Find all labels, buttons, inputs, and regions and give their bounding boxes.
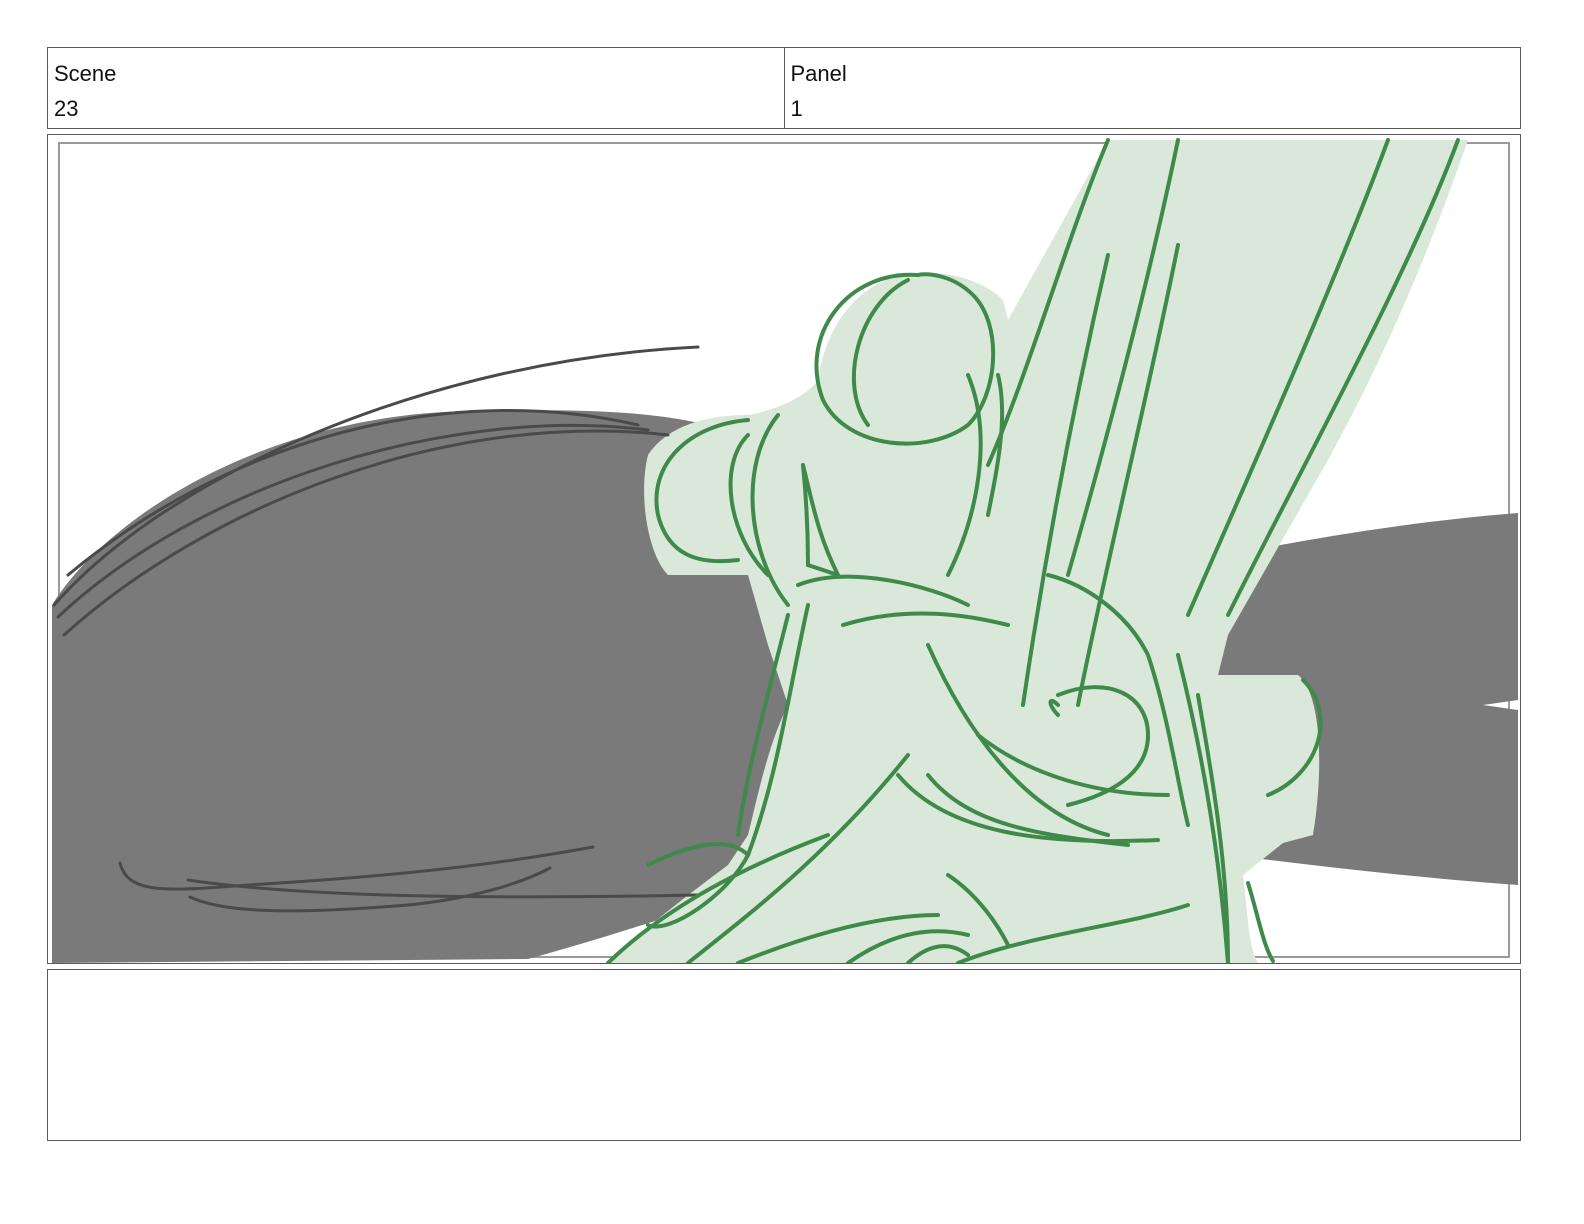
sketch-drawing	[52, 138, 1518, 963]
storyboard-panel-image	[47, 134, 1521, 964]
storyboard-header: Scene 23 Panel 1	[47, 47, 1521, 129]
panel-number: 1	[790, 96, 803, 121]
scene-number: 23	[54, 96, 79, 121]
panel-label: Panel	[790, 61, 847, 86]
notes-box[interactable]	[47, 969, 1521, 1141]
scene-label: Scene	[54, 61, 117, 86]
scene-cell: Scene 23	[48, 48, 784, 128]
panel-cell: Panel 1	[783, 48, 1521, 128]
